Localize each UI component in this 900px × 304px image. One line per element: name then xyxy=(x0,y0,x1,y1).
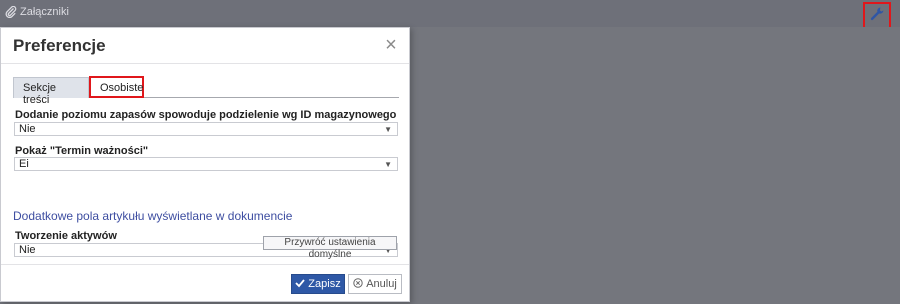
paperclip-icon xyxy=(5,6,17,18)
settings-button[interactable] xyxy=(863,2,891,29)
save-label: Zapisz xyxy=(308,278,341,290)
dialog-footer: Zapisz Anuluj xyxy=(1,264,409,303)
attachments-label: Załączniki xyxy=(20,6,69,18)
stock-split-select[interactable]: Nie ▼ xyxy=(14,122,398,136)
restore-defaults-button[interactable]: Przywróć ustawienia domyślne xyxy=(263,236,397,260)
expiry-date-value: Ei xyxy=(19,158,29,170)
close-icon[interactable]: × xyxy=(382,35,400,55)
stock-split-label: Dodanie poziomu zapasów spowoduje podzie… xyxy=(15,109,397,121)
tab-content-sections[interactable]: Sekcje treści xyxy=(13,77,89,106)
wrench-icon xyxy=(869,6,885,25)
save-button[interactable]: Zapisz xyxy=(291,274,345,294)
attachments-header[interactable]: Załączniki xyxy=(5,6,69,18)
check-icon xyxy=(295,278,305,291)
dialog-title: Preferencje xyxy=(13,36,106,55)
cancel-circle-icon xyxy=(353,277,363,291)
expiry-date-select[interactable]: Ei ▼ xyxy=(14,157,398,171)
tab-personal[interactable]: Osobiste xyxy=(89,76,144,98)
dialog-header: Preferencje × xyxy=(1,28,409,64)
top-bar: Załączniki xyxy=(0,0,900,29)
additional-fields-link[interactable]: Dodatkowe pola artykułu wyświetlane w do… xyxy=(13,209,292,223)
cancel-label: Anuluj xyxy=(366,278,397,290)
tab-bar: Sekcje treści Osobiste xyxy=(13,76,399,106)
asset-creation-value: Nie xyxy=(19,244,36,256)
chevron-down-icon: ▼ xyxy=(384,125,392,134)
chevron-down-icon: ▼ xyxy=(384,160,392,169)
cancel-button[interactable]: Anuluj xyxy=(348,274,402,294)
asset-creation-label: Tworzenie aktywów xyxy=(15,230,117,242)
stock-split-value: Nie xyxy=(19,123,36,135)
expiry-date-label: Pokaż "Termin ważności" xyxy=(15,145,149,157)
